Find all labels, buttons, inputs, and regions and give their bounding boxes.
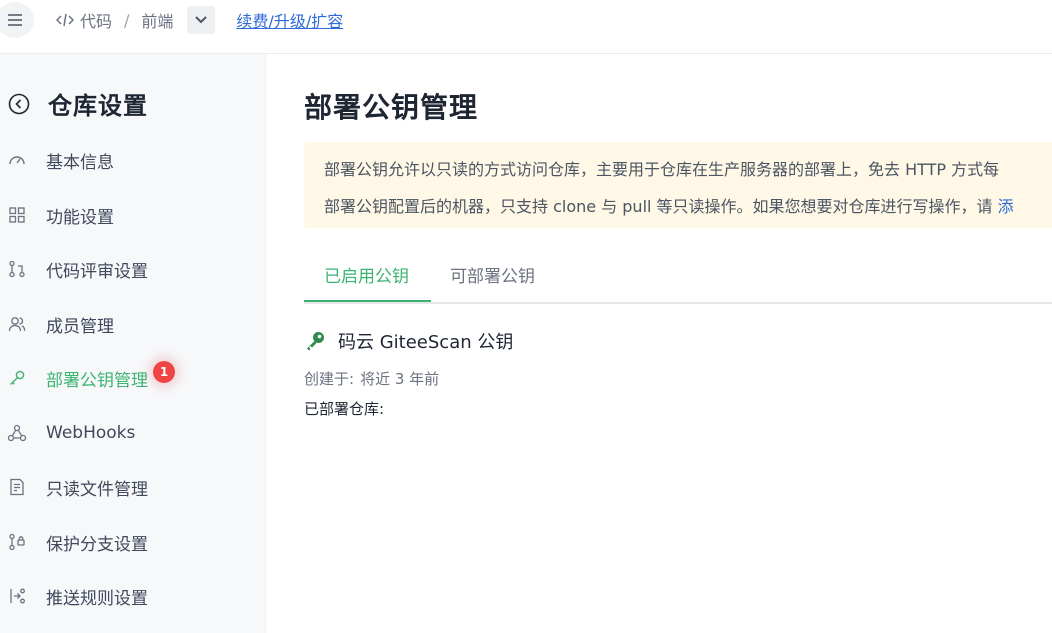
sidebar-item-label: 只读文件管理 <box>46 479 148 500</box>
sidebar-item-label: 推送规则设置 <box>46 588 148 609</box>
file-lock-icon <box>6 476 28 498</box>
key-tabs: 已启用公钥 可部署公钥 <box>304 254 1052 304</box>
sidebar-item-webhooks[interactable]: WebHooks <box>6 418 135 448</box>
hamburger-icon <box>8 14 22 26</box>
sidebar-item-members[interactable]: 成员管理 <box>6 309 114 339</box>
sidebar-item-protected-branches[interactable]: 保护分支设置 <box>6 527 148 557</box>
key-created-at: 创建于: 将近 3 年前 <box>304 368 439 389</box>
notice-line: 部署公钥配置后的机器，只支持 clone 与 pull 等只读操作。如果您想要对… <box>324 193 1014 217</box>
notice-line-text: 部署公钥配置后的机器，只支持 clone 与 pull 等只读操作。如果您想要对… <box>324 197 993 216</box>
created-value: 将近 3 年前 <box>360 370 440 388</box>
code-icon <box>56 13 74 27</box>
back-circle-icon[interactable] <box>8 93 30 115</box>
tab-deployable-keys[interactable]: 可部署公钥 <box>450 262 535 287</box>
notice-line: 部署公钥允许以只读的方式访问仓库，主要用于仓库在生产服务器的部署上，免去 HTT… <box>324 160 1000 179</box>
sidebar-item-push-rules[interactable]: 推送规则设置 <box>6 581 148 611</box>
push-rule-icon <box>6 585 28 607</box>
key-icon <box>6 367 28 389</box>
sidebar-item-label: 代码评审设置 <box>46 261 148 282</box>
sidebar-item-label: 基本信息 <box>46 152 114 173</box>
chevron-down-icon <box>195 16 208 24</box>
deploy-key-item: 码云 GiteeScan 公钥 <box>304 328 513 354</box>
notification-badge: 1 <box>153 361 175 383</box>
gauge-icon <box>6 149 28 171</box>
pull-request-icon <box>6 258 28 280</box>
tab-enabled-keys[interactable]: 已启用公钥 <box>324 262 409 287</box>
settings-sidebar: 仓库设置 基本信息 功能设置 代码评审设置 成员管理 部署公钥管理 1 WebH… <box>0 54 266 633</box>
key-deployed-repos: 已部署仓库: <box>304 398 384 419</box>
repo-switch-dropdown[interactable] <box>187 6 216 34</box>
key-icon <box>304 330 326 352</box>
grid-icon <box>6 204 28 226</box>
branch-lock-icon <box>6 531 28 553</box>
breadcrumb-separator: / <box>124 10 130 30</box>
sidebar-header: 仓库设置 <box>8 86 148 121</box>
sidebar-title: 仓库设置 <box>48 92 148 120</box>
info-notice: 部署公钥允许以只读的方式访问仓库，主要用于仓库在生产服务器的部署上，免去 HTT… <box>304 142 1052 228</box>
created-label: 创建于: <box>304 370 355 388</box>
deployed-repos-label: 已部署仓库: <box>304 400 385 418</box>
sidebar-item-deploy-keys[interactable]: 部署公钥管理 1 <box>6 361 175 393</box>
sidebar-item-code-review[interactable]: 代码评审设置 <box>6 254 148 284</box>
sidebar-item-label: WebHooks <box>46 423 136 443</box>
breadcrumb: 代码 / 前端 续费/升级/扩容 <box>56 6 343 34</box>
renew-upgrade-link[interactable]: 续费/升级/扩容 <box>236 8 343 32</box>
sidebar-item-readonly-files[interactable]: 只读文件管理 <box>6 472 148 502</box>
sidebar-item-label: 保护分支设置 <box>46 534 148 555</box>
breadcrumb-repo-group[interactable]: 代码 <box>80 8 112 32</box>
notice-link[interactable]: 添 <box>998 197 1014 216</box>
sidebar-item-label: 成员管理 <box>46 316 114 337</box>
webhook-icon <box>6 422 28 444</box>
breadcrumb-repo[interactable]: 前端 <box>141 8 173 32</box>
users-icon <box>6 313 28 335</box>
deploy-key-name[interactable]: 码云 GiteeScan 公钥 <box>338 328 513 354</box>
sidebar-item-label: 部署公钥管理 <box>46 370 148 391</box>
active-tab-indicator <box>304 300 431 302</box>
hamburger-menu-button[interactable] <box>0 2 34 38</box>
sidebar-item-label: 功能设置 <box>46 207 114 228</box>
page-title: 部署公钥管理 <box>304 91 479 124</box>
top-bar: 代码 / 前端 续费/升级/扩容 <box>0 0 1052 54</box>
sidebar-item-basic-info[interactable]: 基本信息 <box>6 145 114 175</box>
sidebar-item-features[interactable]: 功能设置 <box>6 200 114 230</box>
